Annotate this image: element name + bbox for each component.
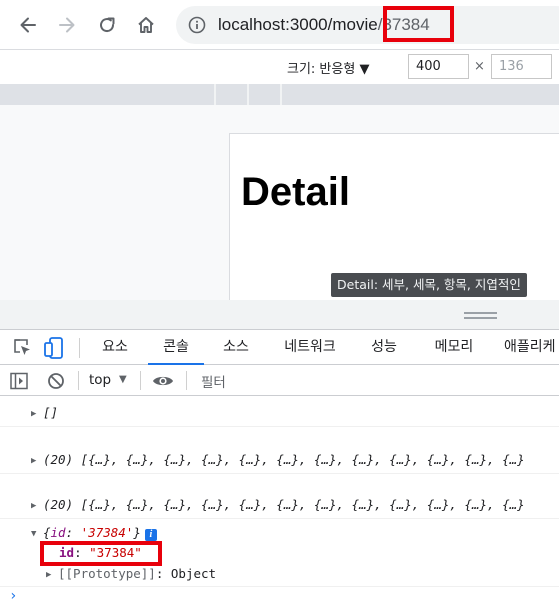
responsive-dropdown[interactable]: 크기: 반응형 ▼ — [287, 58, 369, 77]
message-divider — [0, 586, 559, 587]
address-bar[interactable]: localhost:3000/movie/37384 — [176, 6, 559, 44]
prototype-row[interactable]: ▶ [[Prototype]]: Object — [46, 566, 559, 581]
device-viewport-area: Detail — [0, 105, 559, 300]
back-button[interactable] — [13, 10, 43, 40]
home-icon — [138, 17, 154, 33]
console-filter-input[interactable]: 필터 — [201, 371, 226, 391]
grip-line — [464, 312, 497, 314]
ruler-divider — [280, 84, 282, 105]
url-id-highlight-box — [383, 6, 454, 42]
console-output: ▶[] ▶ (20) [{…}, {…}, {…}, {…}, {…}, {…},… — [0, 396, 559, 610]
expand-triangle-icon[interactable]: ▶ — [31, 501, 43, 511]
arrow-right-icon — [59, 17, 75, 33]
devtools-resize-handle[interactable] — [0, 300, 559, 329]
console-message-object[interactable]: ▼ {id: '37384'} i — [31, 525, 559, 541]
viewport-width-input[interactable]: 400 — [408, 54, 469, 79]
tab-application[interactable]: 애플리케 — [504, 330, 559, 365]
arrow-left-icon — [20, 17, 36, 33]
log-array-20: (20) [{…}, {…}, {…}, {…}, {…}, {…}, {…},… — [43, 452, 525, 467]
expand-triangle-icon[interactable]: ▶ — [31, 456, 43, 466]
media-query-ruler[interactable] — [0, 84, 559, 105]
reload-icon — [100, 17, 115, 33]
message-divider — [0, 518, 559, 519]
url-host: localhost:3000/movie — [218, 15, 378, 34]
device-toggle-icon[interactable] — [44, 337, 64, 359]
log-array-20: (20) [{…}, {…}, {…}, {…}, {…}, {…}, {…},… — [43, 497, 525, 512]
preview-value: '37384' — [80, 525, 134, 540]
ruler-divider — [247, 84, 249, 105]
console-toolbar: top ▼ 필터 — [0, 365, 559, 396]
inspect-element-icon[interactable] — [12, 337, 32, 357]
device-toolbar: 크기: 반응형 ▼ 400 × 136 — [0, 50, 559, 84]
console-prompt-icon[interactable]: › — [9, 588, 17, 604]
toolbar-separator — [78, 371, 79, 390]
info-icon[interactable]: i — [144, 529, 157, 541]
preview-key: id — [50, 525, 66, 540]
reload-button[interactable] — [92, 10, 122, 40]
viewport-height-input[interactable]: 136 — [491, 54, 552, 79]
message-divider — [0, 426, 559, 427]
tab-memory[interactable]: 메모리 — [424, 330, 484, 365]
toolbar-separator — [140, 371, 141, 390]
object-preview: {id: '37384'} — [43, 525, 141, 540]
clear-console-icon[interactable] — [47, 372, 65, 390]
console-message[interactable]: ▶ (20) [{…}, {…}, {…}, {…}, {…}, {…}, {…}… — [31, 497, 559, 512]
expand-triangle-icon[interactable]: ▶ — [46, 570, 58, 580]
message-divider — [0, 473, 559, 474]
forward-button[interactable] — [52, 10, 82, 40]
collapse-triangle-icon[interactable]: ▼ — [31, 529, 43, 539]
brace: { — [43, 525, 51, 540]
prototype-label: [[Prototype]] — [58, 566, 156, 581]
prototype-value: Object — [170, 566, 217, 581]
tab-performance[interactable]: 성능 — [362, 330, 406, 365]
toolbar-separator — [186, 371, 187, 390]
tab-separator — [79, 338, 80, 358]
ruler-divider — [214, 84, 216, 105]
grip-line — [464, 317, 497, 319]
page-title: Detail — [241, 170, 350, 214]
home-button[interactable] — [131, 10, 161, 40]
context-selector[interactable]: top — [89, 372, 111, 388]
tab-sources[interactable]: 소스 — [214, 330, 258, 365]
console-message[interactable]: ▶[] — [31, 405, 559, 420]
caret-down-icon: ▼ — [119, 374, 127, 385]
id-property-highlight-box — [40, 541, 162, 566]
devtools-tabbar: 요소 콘솔 소스 네트워크 성능 메모리 애플리케 — [0, 329, 559, 365]
tab-network[interactable]: 네트워크 — [273, 330, 347, 365]
preview-colon: : — [65, 525, 81, 540]
browser-toolbar: localhost:3000/movie/37384 — [0, 0, 559, 50]
prototype-colon: : — [155, 566, 171, 581]
eye-icon[interactable] — [152, 373, 174, 389]
log-array-empty: [] — [43, 405, 59, 420]
sidebar-toggle-icon[interactable] — [10, 372, 28, 390]
brace: } — [133, 525, 141, 540]
tab-console[interactable]: 콘솔 — [148, 330, 204, 365]
console-message[interactable]: ▶ (20) [{…}, {…}, {…}, {…}, {…}, {…}, {…}… — [31, 452, 559, 467]
translation-tooltip: Detail: 세부, 세목, 항목, 지엽적인 — [331, 273, 527, 297]
expand-triangle-icon[interactable]: ▶ — [31, 409, 43, 419]
dimension-separator: × — [474, 59, 485, 74]
tab-elements[interactable]: 요소 — [93, 330, 137, 365]
site-info-icon[interactable] — [188, 16, 206, 34]
